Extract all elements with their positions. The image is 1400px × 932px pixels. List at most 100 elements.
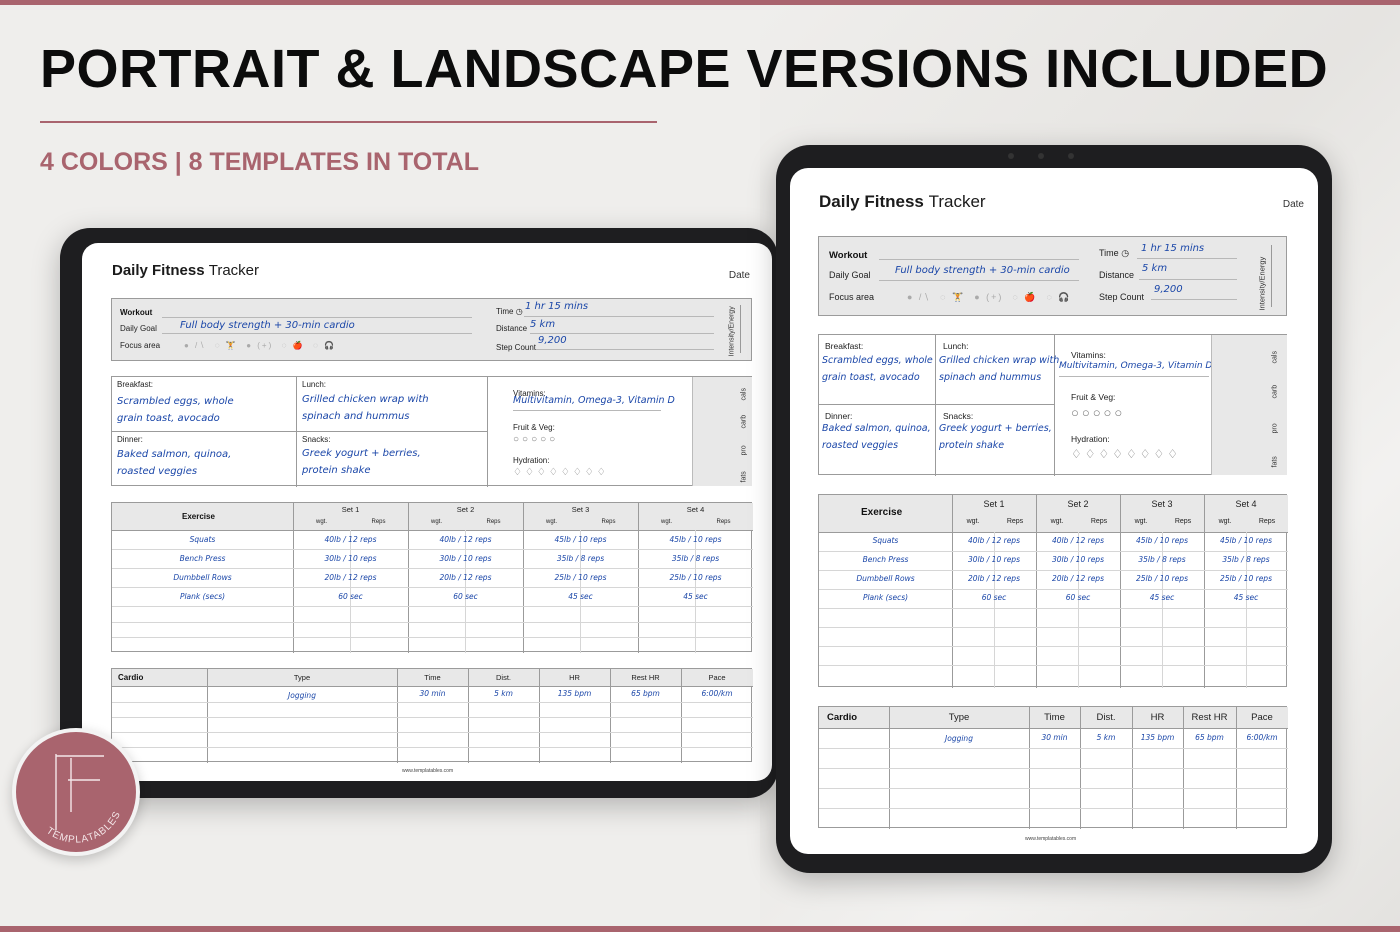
exercise-name[interactable]: Squats: [112, 535, 293, 544]
drop-icon[interactable]: ♢♢♢♢♢♢♢♢: [513, 467, 609, 478]
lunch-value-2[interactable]: spinach and hummus: [939, 370, 1041, 385]
cardio-time[interactable]: 30 min: [397, 689, 468, 698]
exercise-table: Exercise Set 1 Set 2 Set 3 Set 4 wgt. Re…: [818, 494, 1288, 688]
divider: [468, 669, 469, 763]
intensity-scale[interactable]: [740, 305, 741, 353]
time-value[interactable]: 1 hr 15 mins: [1141, 241, 1204, 257]
cardio-rest-hr[interactable]: 65 bpm: [1183, 733, 1236, 742]
set-value[interactable]: 60 sec: [1036, 593, 1120, 602]
lunch-value-1[interactable]: Grilled chicken wrap with: [302, 392, 429, 408]
cardio-pace[interactable]: 6:00/km: [1236, 733, 1288, 742]
set-value[interactable]: 30lb / 10 reps: [293, 554, 408, 563]
set-value[interactable]: 25lb / 10 reps: [638, 573, 753, 582]
breakfast-value-1[interactable]: Scrambled eggs, whole: [117, 394, 234, 410]
set-value[interactable]: 45lb / 10 reps: [1120, 536, 1204, 545]
set-value[interactable]: 40lb / 12 reps: [1036, 536, 1120, 545]
cardio-dist[interactable]: 5 km: [468, 689, 539, 698]
set-value[interactable]: 25lb / 10 reps: [523, 573, 638, 582]
set-value[interactable]: 35lb / 8 reps: [1120, 555, 1204, 564]
step-count-value[interactable]: 9,200: [538, 333, 567, 349]
dist-header: Dist.: [1096, 712, 1116, 723]
set-value[interactable]: 25lb / 10 reps: [1204, 574, 1288, 583]
workout-box: Workout Daily Goal Full body strength + …: [818, 236, 1287, 316]
bottom-accent-bar: [0, 926, 1400, 932]
lunch-value-1[interactable]: Grilled chicken wrap with: [939, 353, 1059, 368]
snacks-value-2[interactable]: protein shake: [302, 463, 371, 479]
row-line: [112, 637, 753, 638]
set-value[interactable]: 20lb / 12 reps: [1036, 574, 1120, 583]
set-value[interactable]: 30lb / 10 reps: [408, 554, 523, 563]
dinner-value-2[interactable]: roasted veggies: [117, 464, 197, 480]
cardio-type[interactable]: Jogging: [207, 691, 397, 700]
set-value[interactable]: 25lb / 10 reps: [1120, 574, 1204, 583]
dinner-label: Dinner:: [825, 411, 853, 421]
time-line: [1137, 258, 1237, 259]
set-value[interactable]: 45 sec: [523, 592, 638, 601]
snacks-value-2[interactable]: protein shake: [939, 438, 1004, 453]
lunch-value-2[interactable]: spinach and hummus: [302, 409, 410, 425]
dinner-value-1[interactable]: Baked salmon, quinoa,: [822, 421, 931, 436]
distance-value[interactable]: 5 km: [530, 317, 555, 333]
set-value[interactable]: 60 sec: [408, 592, 523, 601]
set-value[interactable]: 45lb / 10 reps: [523, 535, 638, 544]
breakfast-value-1[interactable]: Scrambled eggs, whole: [822, 353, 933, 368]
set-value[interactable]: 35lb / 8 reps: [1204, 555, 1288, 564]
set-value[interactable]: 45 sec: [638, 592, 753, 601]
exercise-name[interactable]: Plank (secs): [112, 592, 293, 601]
cardio-pace[interactable]: 6:00/km: [681, 689, 753, 698]
set-value[interactable]: 45 sec: [1204, 593, 1288, 602]
dinner-value-2[interactable]: roasted veggies: [822, 438, 898, 453]
focus-area-icons[interactable]: ● /∖ ◌ 🏋 ● (+) ◌ 🍎 ◌ 🎧: [907, 292, 1072, 303]
set-value[interactable]: 40lb / 12 reps: [408, 535, 523, 544]
set-value[interactable]: 20lb / 12 reps: [408, 573, 523, 582]
apple-icon[interactable]: ○○○○○: [513, 434, 558, 445]
drop-icon[interactable]: ♢♢♢♢♢♢♢♢: [1071, 447, 1181, 461]
set-value[interactable]: 60 sec: [293, 592, 408, 601]
apple-icon[interactable]: ○○○○○: [1071, 405, 1125, 420]
set-value[interactable]: 30lb / 10 reps: [1036, 555, 1120, 564]
set-value[interactable]: 60 sec: [952, 593, 1036, 602]
daily-goal-value[interactable]: Full body strength + 30-min cardio: [180, 318, 355, 334]
set-value[interactable]: 35lb / 8 reps: [638, 554, 753, 563]
time-value[interactable]: 1 hr 15 mins: [525, 299, 588, 315]
breakfast-value-2[interactable]: grain toast, avocado: [117, 411, 220, 427]
vitamins-value[interactable]: Multivitamin, Omega-3, Vitamin D: [1059, 359, 1212, 373]
daily-goal-value[interactable]: Full body strength + 30-min cardio: [895, 263, 1070, 279]
exercise-name[interactable]: Bench Press: [819, 555, 952, 564]
set-value[interactable]: 40lb / 12 reps: [293, 535, 408, 544]
snacks-value-1[interactable]: Greek yogurt + berries,: [939, 421, 1052, 436]
set-value[interactable]: 20lb / 12 reps: [293, 573, 408, 582]
intensity-scale[interactable]: [1271, 245, 1272, 307]
cardio-rest-hr[interactable]: 65 bpm: [610, 689, 681, 698]
cardio-hr[interactable]: 135 bpm: [1132, 733, 1183, 742]
dinner-value-1[interactable]: Baked salmon, quinoa,: [117, 447, 231, 463]
step-count-value[interactable]: 9,200: [1154, 282, 1183, 298]
exercise-name[interactable]: Bench Press: [112, 554, 293, 563]
set-value[interactable]: 45lb / 10 reps: [638, 535, 753, 544]
cardio-time[interactable]: 30 min: [1029, 733, 1080, 742]
distance-value[interactable]: 5 km: [1142, 261, 1167, 277]
set-value[interactable]: 45lb / 10 reps: [1204, 536, 1288, 545]
lunch-label: Lunch:: [943, 341, 969, 351]
cardio-type[interactable]: Jogging: [889, 734, 1029, 743]
cardio-dist[interactable]: 5 km: [1080, 733, 1132, 742]
exercise-name[interactable]: Dumbbell Rows: [112, 573, 293, 582]
reps-label: Reps: [371, 519, 386, 525]
set-value[interactable]: 30lb / 10 reps: [952, 555, 1036, 564]
portrait-screen: Daily Fitness Tracker Date Workout Daily…: [790, 168, 1318, 854]
exercise-name[interactable]: Dumbbell Rows: [819, 574, 952, 583]
exercise-name[interactable]: Plank (secs): [819, 593, 952, 602]
vitamins-value[interactable]: Multivitamin, Omega-3, Vitamin D: [513, 393, 675, 408]
time-label: Time ◷: [1099, 248, 1130, 258]
set-value[interactable]: 40lb / 12 reps: [952, 536, 1036, 545]
breakfast-value-2[interactable]: grain toast, avocado: [822, 370, 920, 385]
cardio-hr[interactable]: 135 bpm: [539, 689, 610, 698]
row-line: [112, 549, 753, 550]
set-value[interactable]: 45 sec: [1120, 593, 1204, 602]
set-value[interactable]: 35lb / 8 reps: [523, 554, 638, 563]
focus-area-icons[interactable]: ● /∖ ◌ 🏋 ● (+) ◌ 🍎 ◌ 🎧: [184, 341, 336, 350]
row-line: [819, 608, 1288, 609]
set-value[interactable]: 20lb / 12 reps: [952, 574, 1036, 583]
exercise-name[interactable]: Squats: [819, 536, 952, 545]
snacks-value-1[interactable]: Greek yogurt + berries,: [302, 446, 421, 462]
